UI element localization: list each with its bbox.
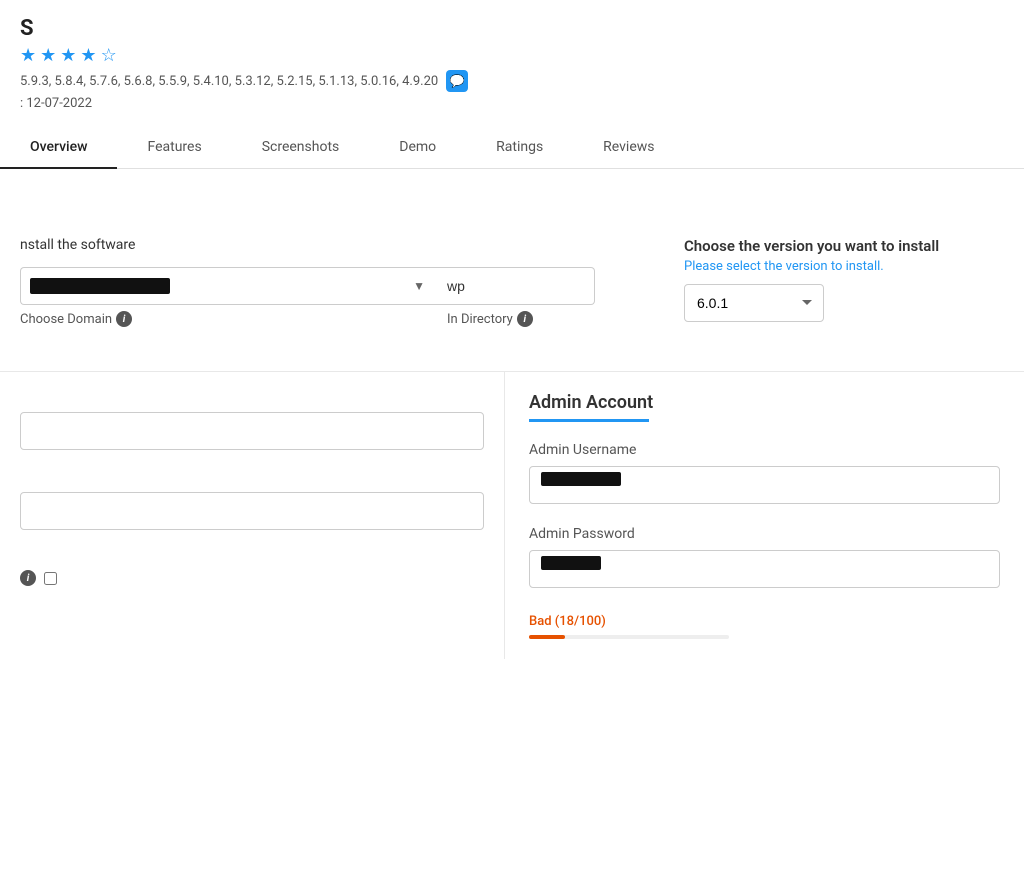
- tab-ratings[interactable]: Ratings: [466, 127, 573, 169]
- domain-row: Choose Domain ▼: [20, 267, 684, 305]
- left-input-1[interactable]: [20, 412, 484, 450]
- version-chooser-block: Choose the version you want to install P…: [684, 237, 1004, 322]
- left-panel: i: [0, 372, 505, 659]
- choose-domain-info-icon[interactable]: i: [116, 311, 132, 327]
- admin-underline: [529, 419, 649, 422]
- star-3: ★: [60, 45, 76, 66]
- admin-password-input[interactable]: [529, 550, 1000, 588]
- admin-password-wrap: [529, 550, 1000, 604]
- chat-icon[interactable]: [446, 70, 468, 92]
- field-labels: Choose Domain i In Directory i: [20, 311, 684, 327]
- tab-overview[interactable]: Overview: [0, 127, 117, 169]
- tab-reviews[interactable]: Reviews: [573, 127, 684, 169]
- versions-row: 5.9.3, 5.8.4, 5.7.6, 5.6.8, 5.5.9, 5.4.1…: [20, 70, 1004, 92]
- date-row: : 12-07-2022: [20, 96, 1004, 111]
- stars-row: ★ ★ ★ ★ ☆: [20, 45, 1004, 66]
- checkbox-input[interactable]: [44, 572, 57, 585]
- strength-bar: [529, 635, 565, 639]
- in-directory-text: In Directory: [447, 312, 513, 327]
- domain-select[interactable]: Choose Domain: [20, 267, 435, 305]
- directory-info-icon[interactable]: i: [517, 311, 533, 327]
- version-chooser-title: Choose the version you want to install: [684, 237, 1004, 255]
- admin-username-label: Admin Username: [529, 442, 1000, 458]
- versions-text: 5.9.3, 5.8.4, 5.7.6, 5.6.8, 5.5.9, 5.4.1…: [20, 74, 438, 89]
- left-field-2: [20, 482, 484, 530]
- star-2: ★: [40, 45, 56, 66]
- star-1: ★: [20, 45, 36, 66]
- admin-username-input[interactable]: [529, 466, 1000, 504]
- right-panel: Admin Account Admin Username Admin Passw…: [505, 372, 1024, 659]
- tab-demo[interactable]: Demo: [369, 127, 466, 169]
- tab-features[interactable]: Features: [117, 127, 231, 169]
- nav-tabs: Overview Features Screenshots Demo Ratin…: [0, 127, 1024, 169]
- version-select[interactable]: 6.0.1 5.9.3 5.8.4 5.7.6: [684, 284, 824, 322]
- checkbox-row: i: [20, 570, 484, 586]
- in-directory-label: In Directory i: [447, 311, 533, 327]
- star-4: ★: [80, 45, 96, 66]
- left-input-2[interactable]: [20, 492, 484, 530]
- install-section: Choose the version you want to install P…: [0, 209, 1024, 347]
- admin-password-label: Admin Password: [529, 526, 1000, 542]
- domain-select-wrap: Choose Domain ▼: [20, 267, 435, 305]
- tab-screenshots[interactable]: Screenshots: [232, 127, 370, 169]
- version-chooser-sub: Please select the version to install.: [684, 259, 1004, 274]
- directory-input[interactable]: [435, 267, 595, 305]
- left-field-1: [20, 392, 484, 450]
- choose-domain-label: Choose Domain i: [20, 311, 435, 327]
- star-5: ☆: [101, 45, 117, 66]
- strength-bar-wrap: [529, 635, 729, 639]
- app-title: S: [20, 16, 1004, 41]
- admin-username-wrap: [529, 466, 1000, 520]
- admin-account-title: Admin Account: [529, 392, 1000, 413]
- checkbox-info-icon[interactable]: i: [20, 570, 36, 586]
- password-strength-text: Bad (18/100): [529, 614, 1000, 629]
- bottom-section: i Admin Account Admin Username Admin Pas…: [0, 372, 1024, 659]
